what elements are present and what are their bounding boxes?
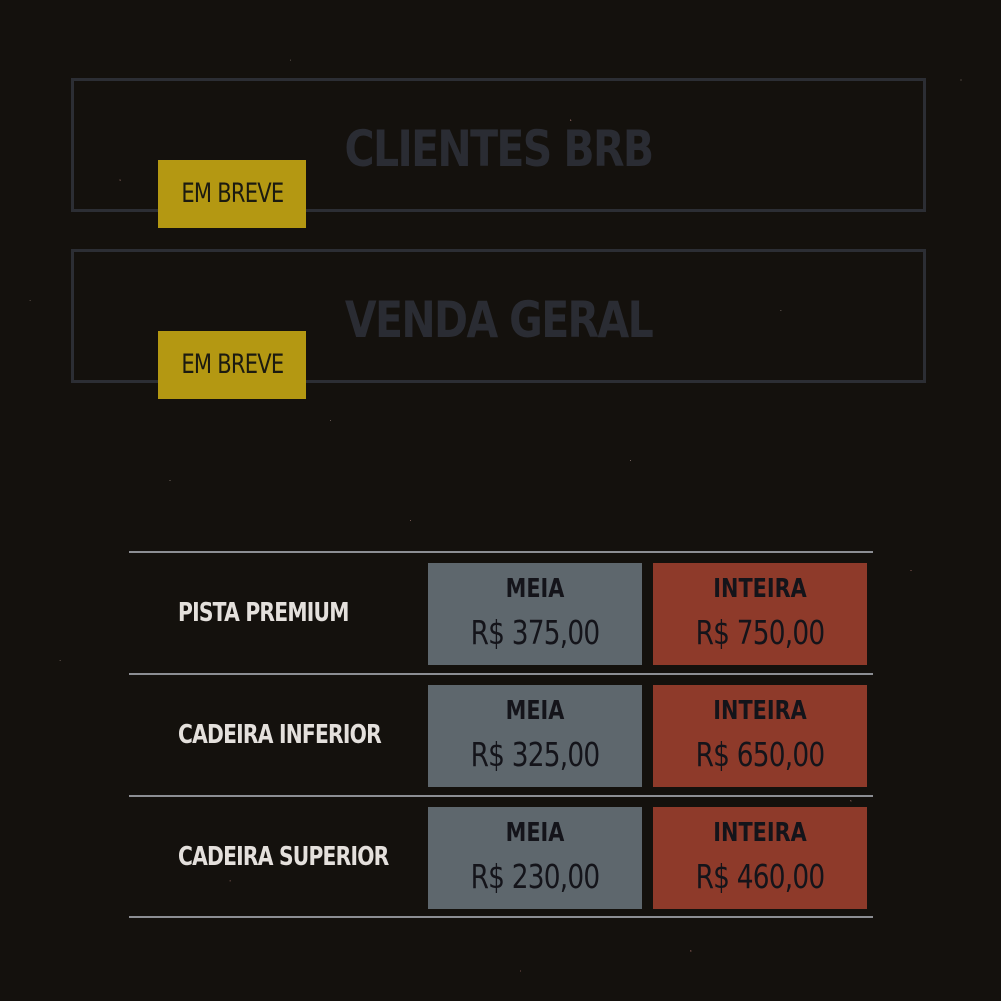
inteira-price-box[interactable]: INTEIRA R$ 460,00 — [653, 807, 867, 909]
sector-name: CADEIRA INFERIOR — [178, 720, 382, 750]
inteira-price: R$ 750,00 — [695, 613, 826, 652]
badge-label: EM BREVE — [180, 178, 284, 209]
inteira-price: R$ 460,00 — [695, 857, 826, 896]
sector-name: PISTA PREMIUM — [178, 598, 349, 628]
clientes-brb-panel: CLIENTES BRB EM BREVE — [71, 78, 926, 228]
badge-label: EM BREVE — [180, 349, 284, 380]
meia-price-box[interactable]: MEIA R$ 375,00 — [428, 563, 642, 665]
price-row-cadeira-inferior: CADEIRA INFERIOR MEIA R$ 325,00 INTEIRA … — [129, 673, 873, 795]
inteira-price-box[interactable]: INTEIRA R$ 650,00 — [653, 685, 867, 787]
em-breve-badge[interactable]: EM BREVE — [158, 160, 306, 228]
sector-name: CADEIRA SUPERIOR — [178, 842, 389, 872]
venda-geral-panel: VENDA GERAL EM BREVE — [71, 249, 926, 399]
price-row-pista-premium: PISTA PREMIUM MEIA R$ 375,00 INTEIRA R$ … — [129, 551, 873, 673]
price-row-cadeira-superior: CADEIRA SUPERIOR MEIA R$ 230,00 INTEIRA … — [129, 795, 873, 918]
meia-price: R$ 230,00 — [470, 857, 601, 896]
meia-price-box[interactable]: MEIA R$ 230,00 — [428, 807, 642, 909]
price-table: PISTA PREMIUM MEIA R$ 375,00 INTEIRA R$ … — [129, 551, 873, 918]
meia-label: MEIA — [505, 574, 565, 604]
meia-price: R$ 325,00 — [470, 735, 601, 774]
meia-label: MEIA — [505, 818, 565, 848]
meia-label: MEIA — [505, 696, 565, 726]
em-breve-badge[interactable]: EM BREVE — [158, 331, 306, 399]
meia-price-box[interactable]: MEIA R$ 325,00 — [428, 685, 642, 787]
meia-price: R$ 375,00 — [470, 613, 601, 652]
inteira-label: INTEIRA — [713, 696, 807, 726]
inteira-price-box[interactable]: INTEIRA R$ 750,00 — [653, 563, 867, 665]
inteira-price: R$ 650,00 — [695, 735, 826, 774]
inteira-label: INTEIRA — [713, 818, 807, 848]
inteira-label: INTEIRA — [713, 574, 807, 604]
